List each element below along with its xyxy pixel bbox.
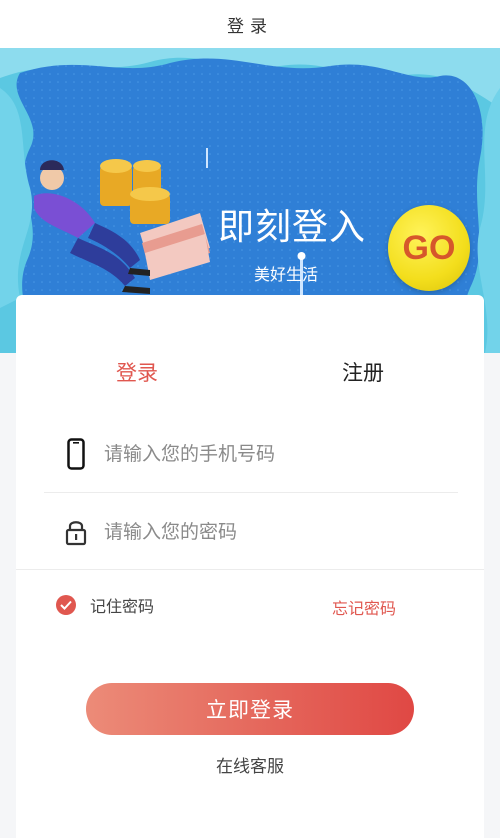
nav-bar: 登录 (0, 0, 500, 48)
phone-icon (60, 436, 92, 472)
banner-title: 即刻登入 (218, 207, 367, 248)
remember-password[interactable]: 记住密码 (56, 593, 154, 617)
online-service-link[interactable]: 在线客服 (216, 752, 284, 777)
remember-label: 记住密码 (90, 597, 155, 616)
login-card: 登录 注册 记住密码 忘记密码 立即登录 (16, 295, 484, 838)
nav-title: 登录 (227, 16, 273, 37)
divider (16, 569, 484, 570)
go-button[interactable]: GO (388, 205, 470, 291)
password-input[interactable] (104, 521, 434, 543)
login-submit-label: 立即登录 (206, 698, 294, 722)
login-submit-button[interactable]: 立即登录 (86, 683, 414, 735)
lock-icon (60, 514, 92, 550)
check-icon[interactable] (56, 595, 76, 615)
forgot-password-link[interactable]: 忘记密码 (332, 595, 396, 619)
phone-field (44, 415, 458, 493)
password-field (44, 493, 458, 571)
tab-register[interactable]: 注册 (342, 357, 384, 387)
banner-subtitle: 美好生活 (254, 265, 319, 284)
phone-input[interactable] (104, 442, 434, 465)
go-label: GO (402, 228, 456, 267)
tab-login[interactable]: 登录 (116, 357, 158, 387)
